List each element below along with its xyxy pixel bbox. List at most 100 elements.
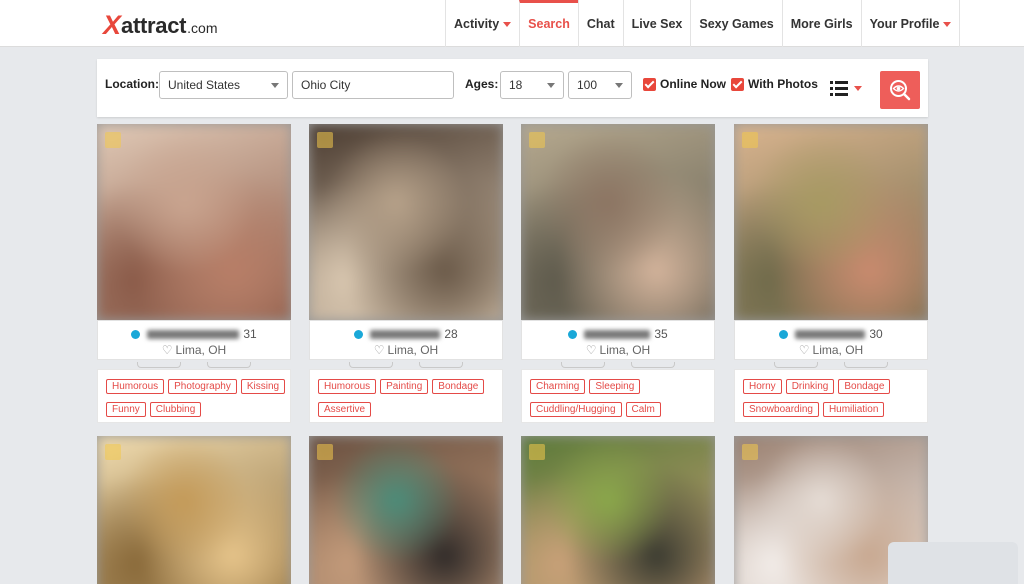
profile-location: Lima, OH [812,343,864,357]
logo-text: attract [121,13,187,38]
checkbox-checked-icon[interactable] [643,77,656,91]
view-mode-toggle[interactable] [830,81,866,97]
profile-info: 30 ♡ Lima, OH [734,320,928,360]
site-logo[interactable]: X attract .com [103,10,218,40]
profile-photo[interactable] [521,124,715,320]
profile-card[interactable]: 28 ♡ Lima, OH Humorous Painting Bondage Assert… [309,124,503,424]
profile-card[interactable]: 30 ♡ Lima, OH Horny Drinking Bondage Snowboard… [734,124,928,424]
profile-card[interactable] [97,436,291,584]
heart-icon[interactable]: ♡ [586,343,597,357]
profile-photo[interactable] [309,124,503,320]
profile-info: 31 ♡ Lima, OH [97,320,291,360]
nav-label: Search [528,16,570,31]
online-now-checkbox[interactable]: Online Now [643,77,726,91]
interest-tag[interactable]: Snowboarding [743,402,819,417]
main-nav: Activity Search Chat Live Sex Sexy Games More… [445,0,961,47]
interest-tag[interactable]: Clubbing [149,402,202,417]
nav-activity[interactable]: Activity [445,0,519,47]
age-max-value: 100 [577,78,598,92]
chevron-down-icon [615,83,623,88]
heart-icon[interactable]: ♡ [799,343,810,357]
profile-card[interactable] [521,436,715,584]
online-status-icon [354,329,364,339]
profile-name[interactable] [584,329,651,339]
search-button[interactable] [880,71,920,109]
interest-tag[interactable]: Humorous [106,379,165,394]
nav-your-profile[interactable]: Your Profile [860,0,961,47]
online-status-icon [568,329,578,339]
nav-label: More Girls [790,16,853,31]
nav-sexy-games[interactable]: Sexy Games [690,0,781,47]
profile-card[interactable] [309,436,503,584]
nav-more-girls[interactable]: More Girls [781,0,861,47]
age-min-value: 18 [509,78,523,92]
profile-name[interactable] [370,329,441,339]
interest-tag[interactable]: Calm [625,402,661,417]
online-status-icon [779,329,789,339]
divider [631,362,675,368]
interest-tag[interactable]: Cuddling/Hugging [530,402,622,417]
location-label: Location: [105,77,159,91]
age-min-select[interactable]: 18 [500,71,564,99]
interest-tag[interactable]: Bondage [432,379,485,394]
with-photos-checkbox[interactable]: With Photos [731,77,818,91]
profile-location: Lima, OH [175,343,227,357]
interest-tag[interactable]: Sleeping [589,379,641,394]
chevron-down-icon [271,83,279,88]
online-now-label: Online Now [660,77,726,91]
badge-icon [317,132,333,148]
interest-tag[interactable]: Funny [106,402,146,417]
profile-age: 31 [243,327,257,341]
divider [561,362,605,368]
profile-photo[interactable] [734,124,928,320]
interest-tag[interactable]: Drinking [785,379,835,394]
chevron-down-icon [547,83,555,88]
interest-tag[interactable]: Humorous [318,379,377,394]
interest-tag[interactable]: Horny [743,379,782,394]
profile-photo[interactable] [97,436,291,584]
ages-label: Ages: [465,77,499,91]
interest-tag[interactable]: Humiliation [822,402,885,417]
interest-tag[interactable]: Assertive [318,402,372,417]
interest-tags: Charming Sleeping Cuddling/Hugging Calm [521,369,715,423]
profile-photo[interactable] [521,436,715,584]
nav-chat[interactable]: Chat [577,0,623,47]
divider [419,362,463,368]
divider [844,362,888,368]
interest-tag[interactable]: Bondage [838,379,891,394]
age-max-select[interactable]: 100 [568,71,632,99]
interest-tag[interactable]: Painting [380,379,429,394]
with-photos-label: With Photos [748,77,818,91]
profile-photo[interactable] [97,124,291,320]
profile-info: 28 ♡ Lima, OH [309,320,503,360]
profile-name[interactable] [795,329,866,339]
profile-info: 35 ♡ Lima, OH [521,320,715,360]
divider [137,362,181,368]
caret-down-icon [943,21,952,27]
city-input[interactable]: Ohio City [292,71,454,99]
nav-search[interactable]: Search [519,0,578,47]
badge-icon [742,444,758,460]
interest-tag[interactable]: Photography [168,379,237,394]
interest-tag[interactable]: Charming [530,379,586,394]
heart-icon[interactable]: ♡ [162,343,173,357]
interest-tag[interactable]: Kissing [240,379,286,394]
nav-label: Chat [586,16,615,31]
profile-name[interactable] [147,329,240,339]
profile-card[interactable]: 35 ♡ Lima, OH Charming Sleeping Cuddling/Hugg… [521,124,715,424]
chat-widget-tab[interactable] [888,542,1018,584]
nav-label: Activity [454,16,500,31]
heart-icon[interactable]: ♡ [374,343,385,357]
profile-location: Lima, OH [387,343,439,357]
logo-x: X [103,10,122,40]
checkbox-checked-icon[interactable] [731,77,744,91]
profile-photo[interactable] [309,436,503,584]
nav-live-sex[interactable]: Live Sex [622,0,691,47]
country-value: United States [168,78,241,92]
profile-card[interactable]: 31 ♡ Lima, OH Humorous Photography Kissing Fun… [97,124,291,424]
profile-age: 28 [444,327,458,341]
badge-icon [105,444,121,460]
online-status-icon [131,329,141,339]
country-select[interactable]: United States [159,71,288,99]
logo-tld: .com [187,20,218,36]
